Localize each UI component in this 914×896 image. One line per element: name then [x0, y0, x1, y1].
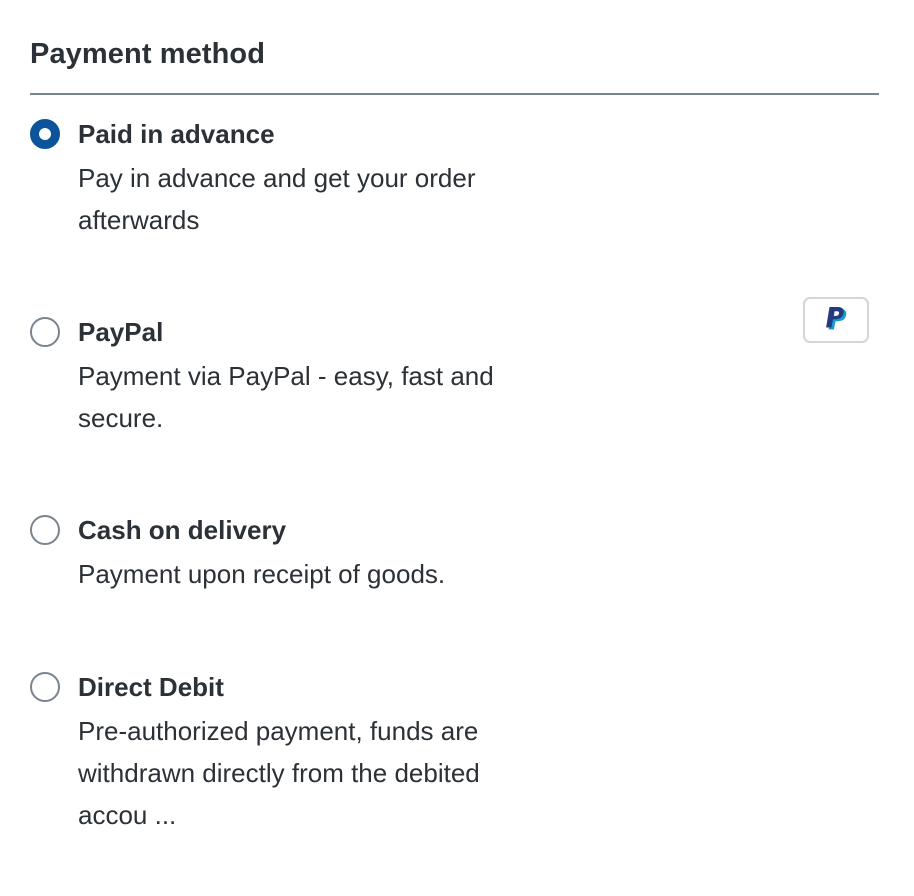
- option-description: Payment upon receipt of goods.: [78, 559, 446, 589]
- radio-button-selected[interactable]: [30, 119, 60, 149]
- option-label: PayPal: [78, 317, 164, 347]
- option-label: Cash on delivery: [78, 515, 287, 545]
- section-divider: [30, 93, 879, 95]
- option-description: Payment via PayPal - easy, fast and secu…: [78, 361, 494, 433]
- paypal-logo-icon: [803, 297, 869, 343]
- option-description: Pre-authorized payment, funds are withdr…: [78, 716, 480, 830]
- option-label: Direct Debit: [78, 672, 224, 702]
- section-title: Payment method: [30, 38, 266, 70]
- radio-button[interactable]: [30, 672, 60, 702]
- paypal-logo-glyph: [826, 307, 847, 330]
- option-description: Pay in advance and get your order afterw…: [78, 163, 476, 235]
- option-label: Paid in advance: [78, 119, 275, 149]
- radio-button[interactable]: [30, 515, 60, 545]
- radio-button[interactable]: [30, 317, 60, 347]
